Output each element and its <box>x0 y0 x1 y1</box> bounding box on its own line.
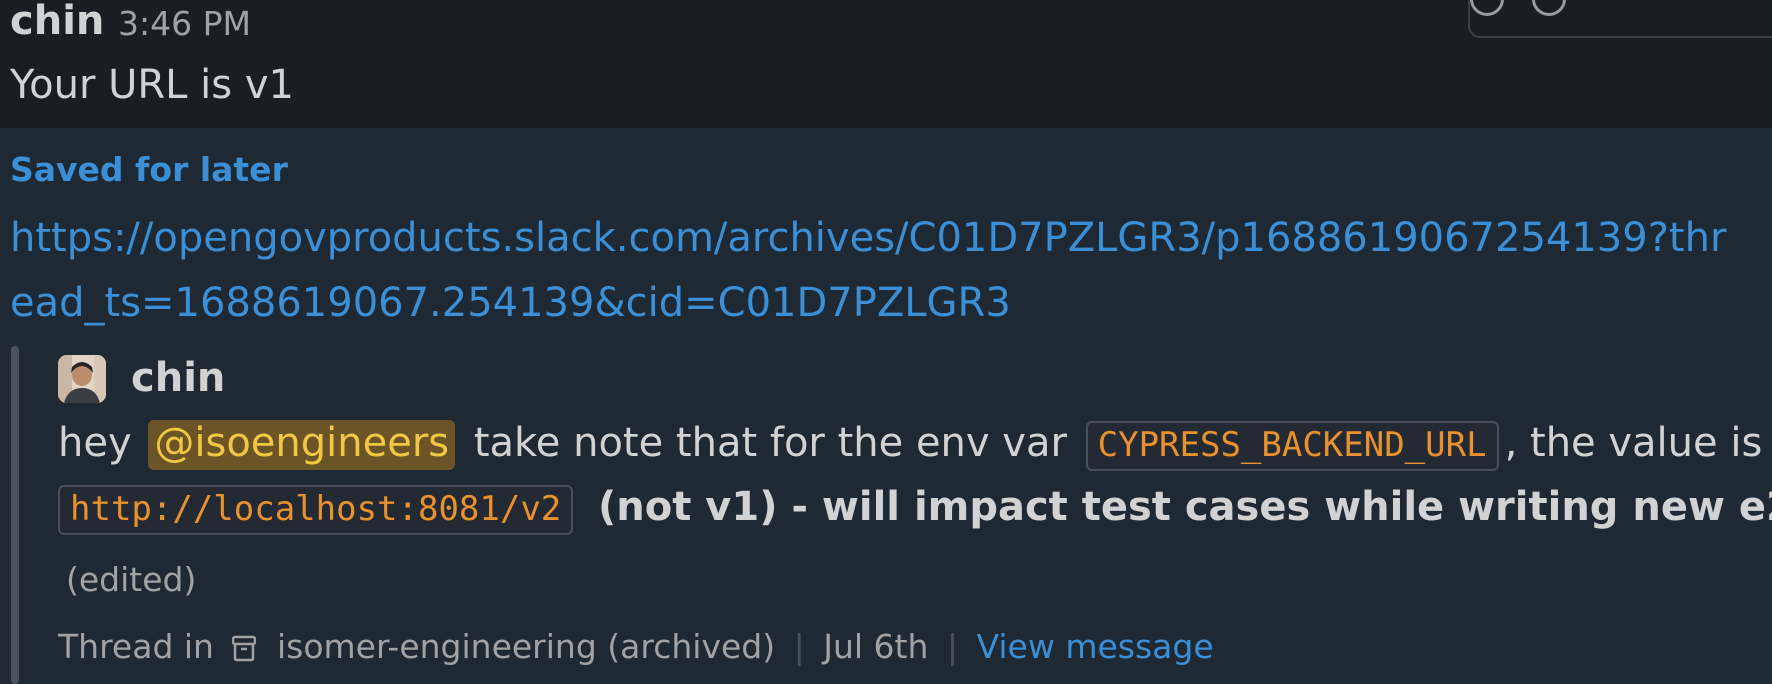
channel-link[interactable]: isomer-engineering (archived) <box>277 627 775 666</box>
saved-message-link[interactable]: https://opengovproducts.slack.com/archiv… <box>10 206 1750 336</box>
text-hey: hey <box>58 420 132 466</box>
archive-icon <box>232 635 257 662</box>
footer-separator: | <box>793 627 805 666</box>
quote-bar <box>11 346 19 684</box>
env-var-code: CYPRESS_BACKEND_URL <box>1085 421 1499 471</box>
quoted-message-line-2: http://localhost:8081/v2 (not v1) - will… <box>58 484 1772 535</box>
avatar[interactable] <box>58 355 106 403</box>
url-code: http://localhost:8081/v2 <box>58 485 574 535</box>
text-take-note: take note that for the env var <box>473 420 1067 466</box>
message-date[interactable]: Jul 6th <box>823 627 928 666</box>
view-message-link[interactable]: View message <box>977 627 1214 666</box>
quoted-message-author[interactable]: chin <box>131 355 225 401</box>
message-author[interactable]: chin <box>10 0 104 44</box>
reaction-icon[interactable] <box>1470 0 1504 16</box>
search-icon[interactable] <box>1532 0 1566 16</box>
message-actions-toolbar[interactable] <box>1468 0 1772 38</box>
thread-in-label: Thread in <box>58 627 214 666</box>
edited-label: (edited) <box>66 560 197 599</box>
message-text: Your URL is v1 <box>10 62 294 108</box>
footer-separator: | <box>946 627 959 666</box>
user-group-mention[interactable]: @isoengineers <box>148 420 456 470</box>
text-value-is: , the value is <box>1504 420 1763 466</box>
message-time[interactable]: 3:46 PM <box>118 4 251 43</box>
saved-message-footer: Thread in isomer-engineering (archived) … <box>58 627 1214 666</box>
quoted-message-line-1: hey @isoengineers take note that for the… <box>58 420 1762 471</box>
saved-for-later-label: Saved for later <box>10 150 288 189</box>
bold-warning-text: (not v1) - will impact test cases while … <box>598 484 1772 530</box>
